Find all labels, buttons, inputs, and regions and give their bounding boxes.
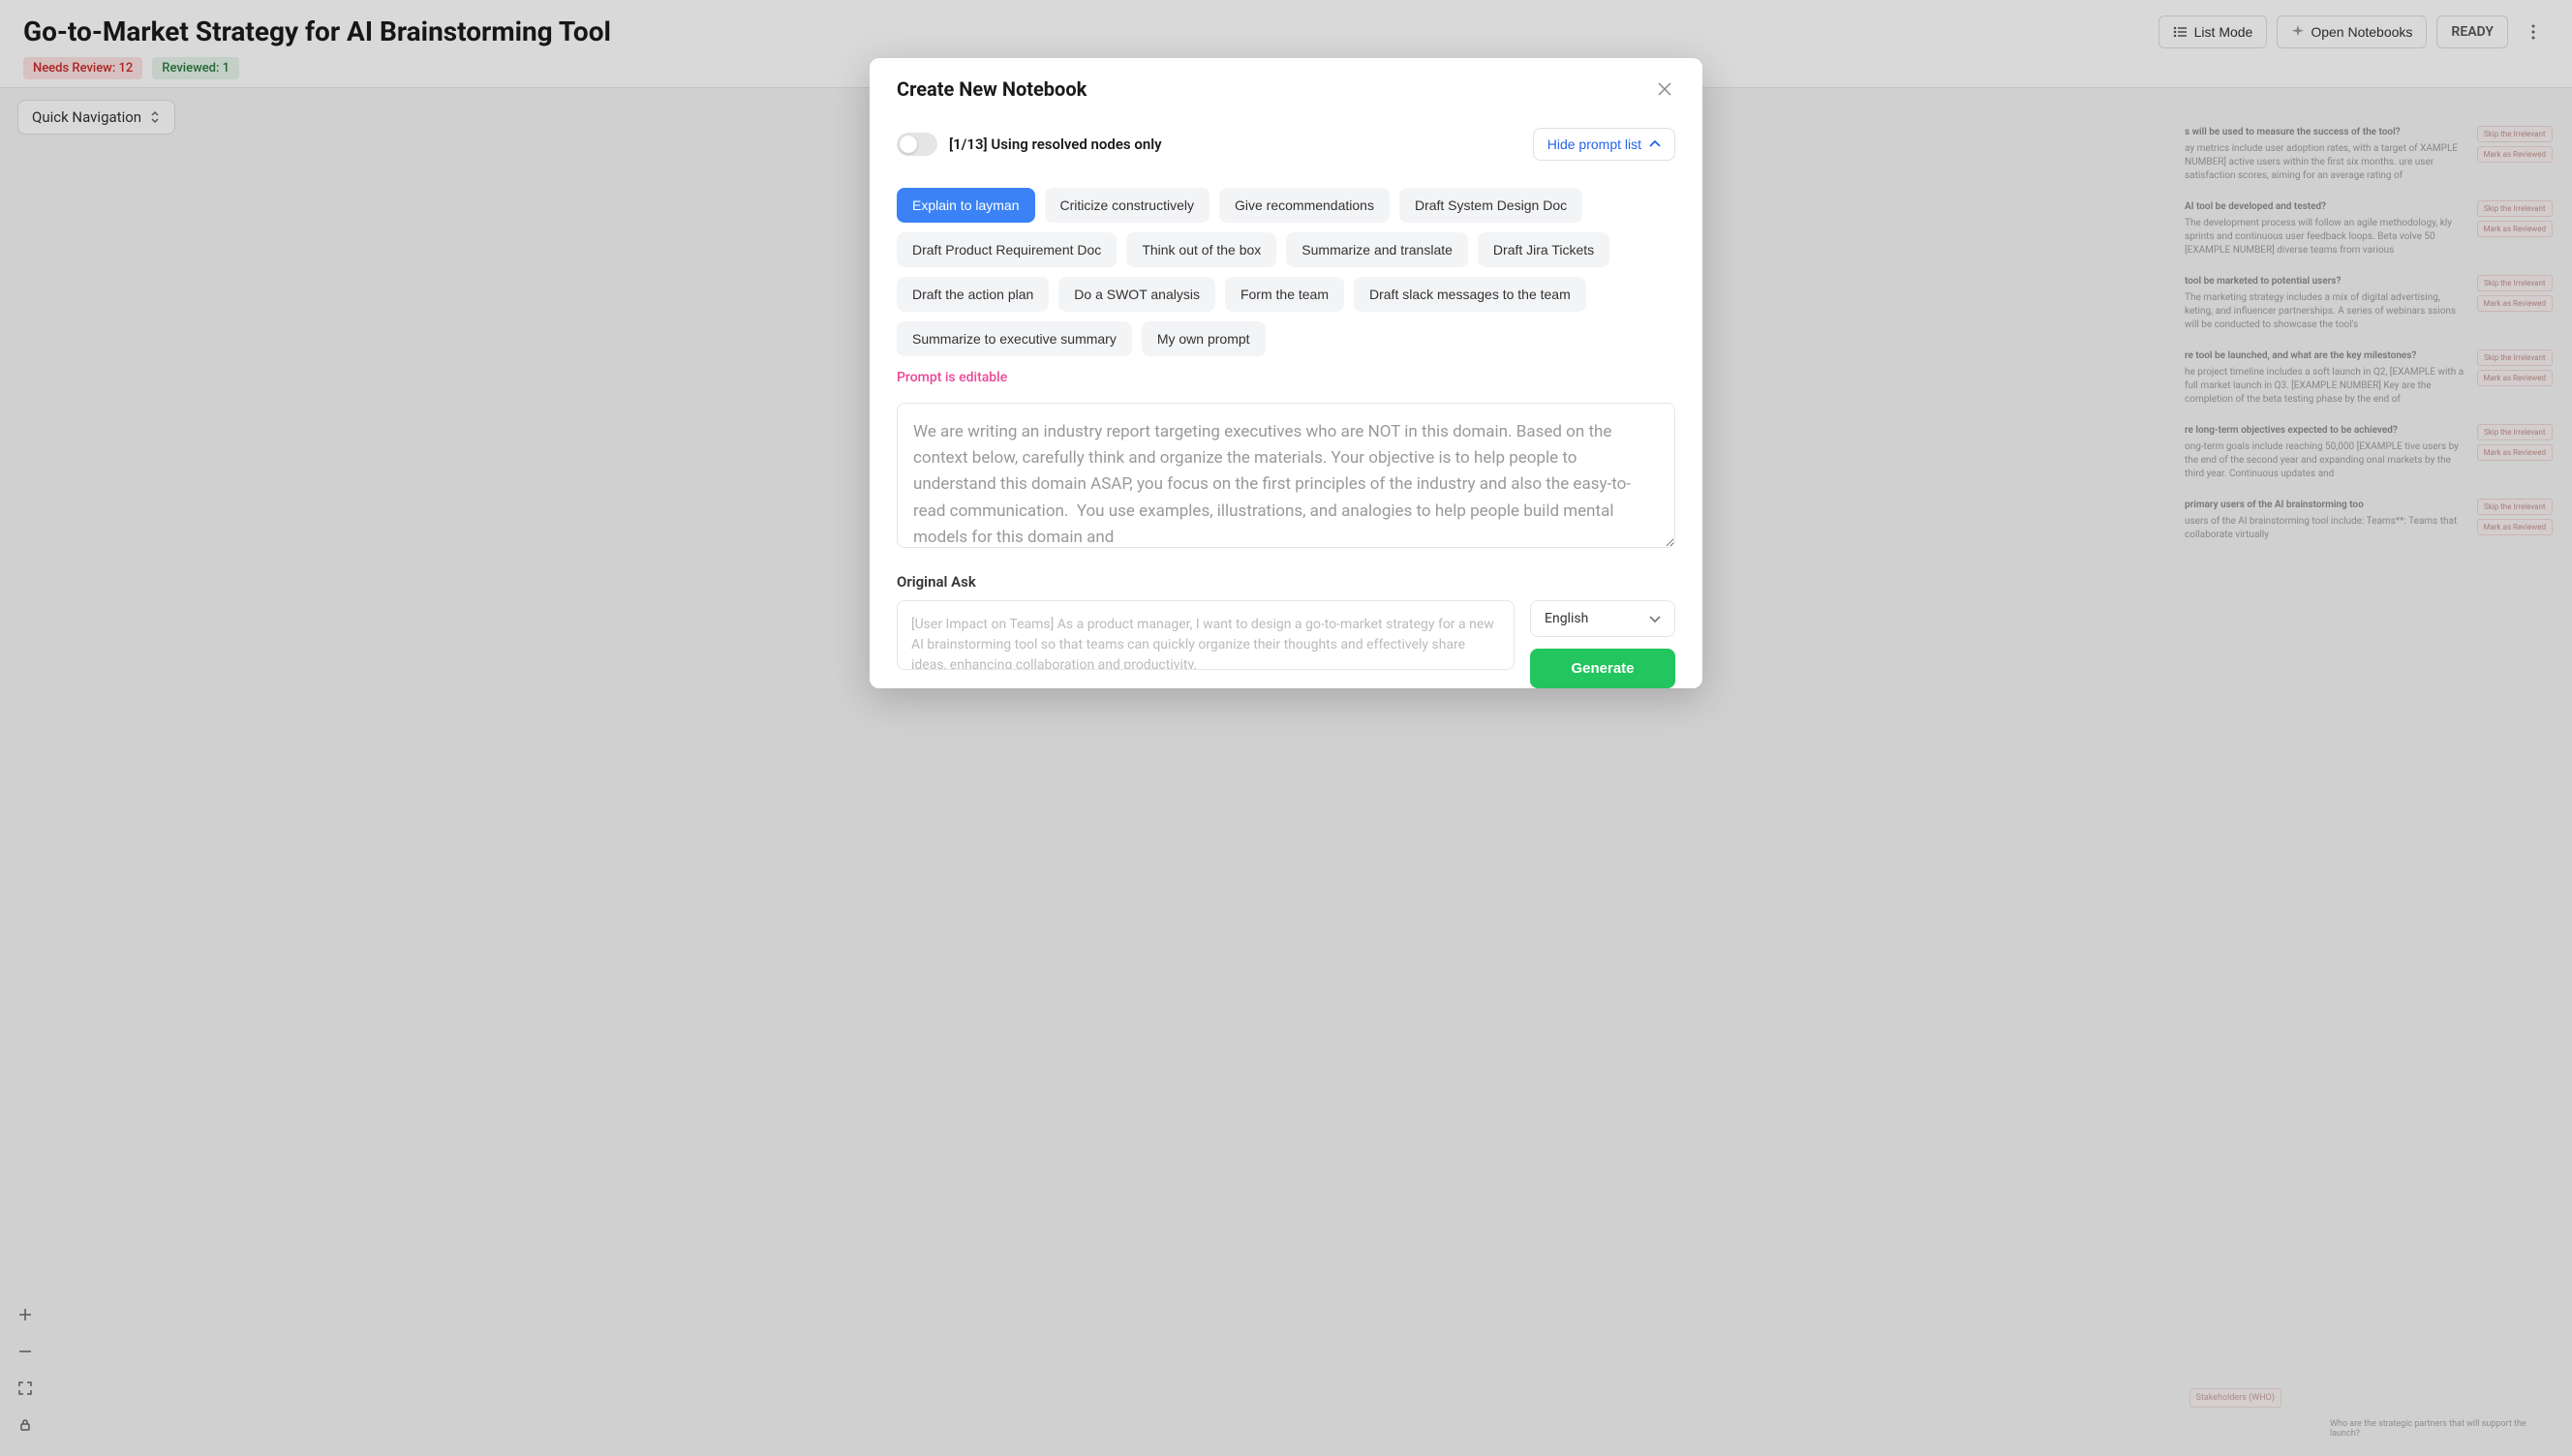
create-notebook-modal: Create New Notebook [1/13] Using resolve… [870,58,1702,688]
toggle-label: [1/13] Using resolved nodes only [949,136,1162,153]
close-icon [1658,82,1671,96]
prompt-chip-draft-slack-messages-to-the-team[interactable]: Draft slack messages to the team [1354,277,1586,312]
prompt-chip-criticize-constructively[interactable]: Criticize constructively [1045,188,1209,223]
language-select[interactable]: English [1530,600,1675,637]
prompt-chip-draft-system-design-doc[interactable]: Draft System Design Doc [1399,188,1582,223]
chevron-up-icon [1649,140,1661,148]
prompt-chip-summarize-to-executive-summary[interactable]: Summarize to executive summary [897,321,1132,356]
prompt-chip-draft-jira-tickets[interactable]: Draft Jira Tickets [1478,232,1609,267]
prompt-chip-draft-product-requirement-doc[interactable]: Draft Product Requirement Doc [897,232,1117,267]
prompt-chip-summarize-and-translate[interactable]: Summarize and translate [1286,232,1468,267]
prompt-chips: Explain to layman Criticize constructivel… [897,188,1675,356]
prompt-textarea[interactable] [897,403,1675,548]
original-ask-label: Original Ask [897,573,1675,591]
prompt-chip-give-recommendations[interactable]: Give recommendations [1219,188,1390,223]
close-button[interactable] [1654,78,1675,100]
hide-prompt-label: Hide prompt list [1547,136,1641,152]
prompt-chip-do-a-swot-analysis[interactable]: Do a SWOT analysis [1058,277,1215,312]
prompt-chip-my-own-prompt[interactable]: My own prompt [1142,321,1266,356]
resolved-nodes-toggle[interactable] [897,133,937,156]
modal-overlay[interactable]: Create New Notebook [1/13] Using resolve… [0,0,2572,1456]
prompt-chip-draft-the-action-plan[interactable]: Draft the action plan [897,277,1049,312]
prompt-chip-think-out-of-the-box[interactable]: Think out of the box [1126,232,1276,267]
prompt-chip-form-the-team[interactable]: Form the team [1225,277,1344,312]
prompt-editable-note: Prompt is editable [897,370,1675,385]
prompt-chip-explain-to-layman[interactable]: Explain to layman [897,188,1035,223]
chevron-down-icon [1649,615,1661,622]
modal-title: Create New Notebook [897,77,1087,101]
hide-prompt-list-button[interactable]: Hide prompt list [1533,128,1675,161]
generate-button[interactable]: Generate [1530,649,1675,688]
language-value: English [1545,611,1588,626]
original-ask-textarea[interactable] [897,600,1515,670]
